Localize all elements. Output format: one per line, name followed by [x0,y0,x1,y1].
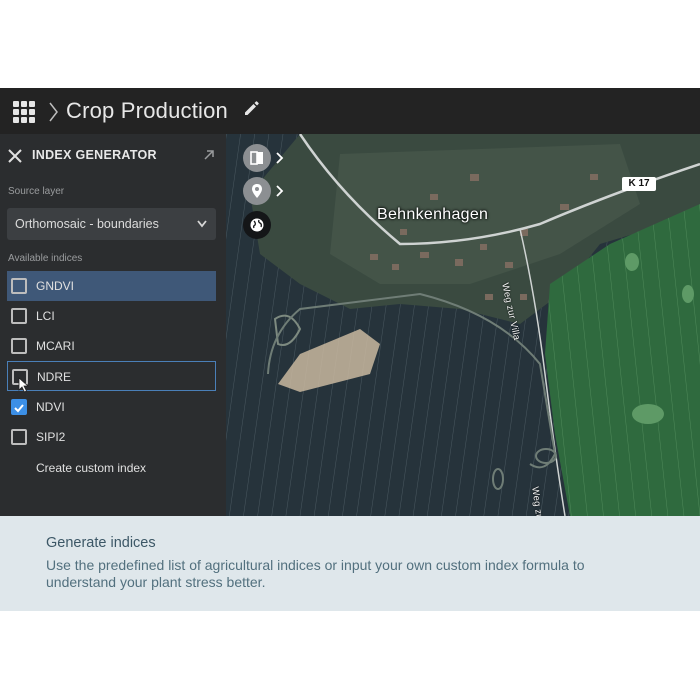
source-layer-select[interactable]: Orthomosaic - boundaries [7,208,216,240]
panel-title: INDEX GENERATOR [32,148,157,162]
layers-compare-button[interactable] [243,144,271,172]
location-button[interactable] [243,177,271,205]
place-label: Behnkenhagen [377,206,489,223]
pencil-icon[interactable] [243,99,261,117]
layers-compare-icon [250,151,263,165]
checkbox-icon[interactable] [11,278,27,294]
index-option-label: NDVI [36,400,65,414]
chevron-right-icon[interactable] [276,185,284,197]
index-option-label: SIPI2 [36,430,66,444]
chevron-down-icon [197,220,207,228]
road-label: K 17 [622,177,656,191]
index-option-label: LCI [36,309,55,323]
source-layer-value: Orthomosaic - boundaries [15,217,159,231]
index-option-lci[interactable]: LCI [7,301,216,331]
index-generator-panel: INDEX GENERATOR Source layer Orthomosaic… [0,134,226,516]
available-indices-label: Available indices [8,253,83,264]
close-icon[interactable] [8,149,22,163]
chevron-right-icon[interactable] [276,152,284,164]
index-option-gndvi[interactable]: GNDVI [7,271,216,301]
index-option-mcari[interactable]: MCARI [7,331,216,361]
globe-icon [250,218,264,232]
checkbox-icon[interactable] [11,308,27,324]
index-option-ndvi[interactable]: NDVI [7,392,216,422]
source-layer-label: Source layer [8,186,65,197]
apps-grid-icon[interactable] [13,101,35,123]
index-option-label: NDRE [37,370,72,384]
expand-arrow-icon[interactable] [203,149,215,161]
chevron-right-icon [49,102,58,122]
index-option-ndre[interactable]: NDRE [7,361,216,391]
mouse-cursor-icon [18,377,30,393]
location-pin-icon [252,184,262,198]
caption-title: Generate indices [46,535,156,551]
checkbox-checked-icon[interactable] [11,399,27,415]
basemap-button[interactable] [243,211,271,239]
feature-caption: Generate indices Use the predefined list… [0,516,700,611]
index-option-sipi2[interactable]: SIPI2 [7,422,216,452]
checkbox-icon[interactable] [11,429,27,445]
create-custom-index-link[interactable]: Create custom index [36,461,146,475]
top-bar: Crop Production [0,88,700,134]
checkmark-icon [14,404,24,413]
app-screen: Crop Production Behnkenhagen K 17 Weg zu… [0,0,700,700]
checkbox-icon[interactable] [11,338,27,354]
index-option-label: MCARI [36,339,75,353]
project-title: Crop Production [66,98,228,123]
index-option-label: GNDVI [36,279,75,293]
caption-body: Use the predefined list of agricultural … [46,557,585,590]
